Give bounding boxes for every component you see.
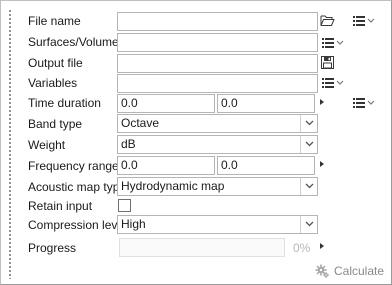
- output-file-input[interactable]: [117, 54, 318, 73]
- expand-arrow-icon[interactable]: [319, 99, 325, 105]
- calculate-button[interactable]: Calculate: [315, 263, 384, 279]
- expand-arrow-icon[interactable]: [319, 243, 325, 249]
- frequency-range-end-input[interactable]: 0.0: [217, 156, 315, 175]
- chevron-down-icon: [305, 141, 314, 147]
- chevron-down-icon: [305, 183, 314, 189]
- frequency-range-start-input[interactable]: 0.0: [117, 156, 215, 175]
- calculation-panel: File name Surfaces/Volumes Output file V…: [0, 0, 392, 285]
- expand-arrow-icon[interactable]: [319, 161, 325, 167]
- compression-level-value: High: [121, 217, 146, 231]
- chevron-down-icon: [305, 120, 314, 126]
- band-type-value: Octave: [121, 116, 160, 130]
- calculate-label: Calculate: [334, 264, 385, 278]
- file-name-label: File name: [28, 14, 81, 28]
- weight-dropdown-button[interactable]: [300, 136, 317, 153]
- list-menu-icon[interactable]: [353, 15, 377, 27]
- retain-input-label: Retain input: [28, 199, 93, 213]
- progress-bar: [119, 238, 285, 257]
- acoustic-map-type-select[interactable]: Hydrodynamic map: [117, 177, 318, 196]
- band-type-label: Band type: [28, 117, 83, 131]
- weight-value: dB: [121, 137, 136, 151]
- progress-percent: 0%: [293, 241, 311, 255]
- list-menu-icon[interactable]: [322, 77, 346, 89]
- list-menu-icon[interactable]: [322, 37, 346, 49]
- band-type-select[interactable]: Octave: [117, 114, 318, 133]
- band-type-dropdown-button[interactable]: [300, 115, 317, 132]
- progress-label: Progress: [28, 241, 77, 255]
- compression-level-select[interactable]: High: [117, 215, 318, 234]
- acoustic-map-type-label: Acoustic map type: [28, 180, 127, 194]
- time-duration-end-input[interactable]: 0.0: [217, 94, 315, 113]
- variables-label: Variables: [28, 76, 78, 90]
- weight-label: Weight: [28, 138, 66, 152]
- variables-input[interactable]: [117, 74, 318, 93]
- acoustic-map-type-dropdown-button[interactable]: [300, 178, 317, 195]
- compression-level-dropdown-button[interactable]: [300, 216, 317, 233]
- weight-select[interactable]: dB: [117, 135, 318, 154]
- chevron-down-icon: [305, 221, 314, 227]
- save-icon[interactable]: [321, 56, 334, 69]
- list-menu-icon[interactable]: [353, 97, 377, 109]
- gear-icon: [315, 264, 329, 278]
- time-duration-start-input[interactable]: 0.0: [117, 94, 215, 113]
- surfaces-volumes-label: Surfaces/Volumes: [28, 35, 125, 49]
- acoustic-map-type-value: Hydrodynamic map: [121, 179, 225, 193]
- frequency-range-label: Frequency range: [28, 159, 119, 173]
- dotted-divider: [9, 9, 11, 279]
- open-folder-icon[interactable]: [320, 14, 335, 27]
- retain-input-checkbox[interactable]: [118, 199, 131, 212]
- output-file-label: Output file: [28, 56, 83, 70]
- compression-level-label: Compression level: [28, 218, 127, 232]
- file-name-input[interactable]: [117, 12, 318, 31]
- surfaces-volumes-input[interactable]: [117, 33, 318, 52]
- time-duration-label: Time duration: [28, 96, 101, 110]
